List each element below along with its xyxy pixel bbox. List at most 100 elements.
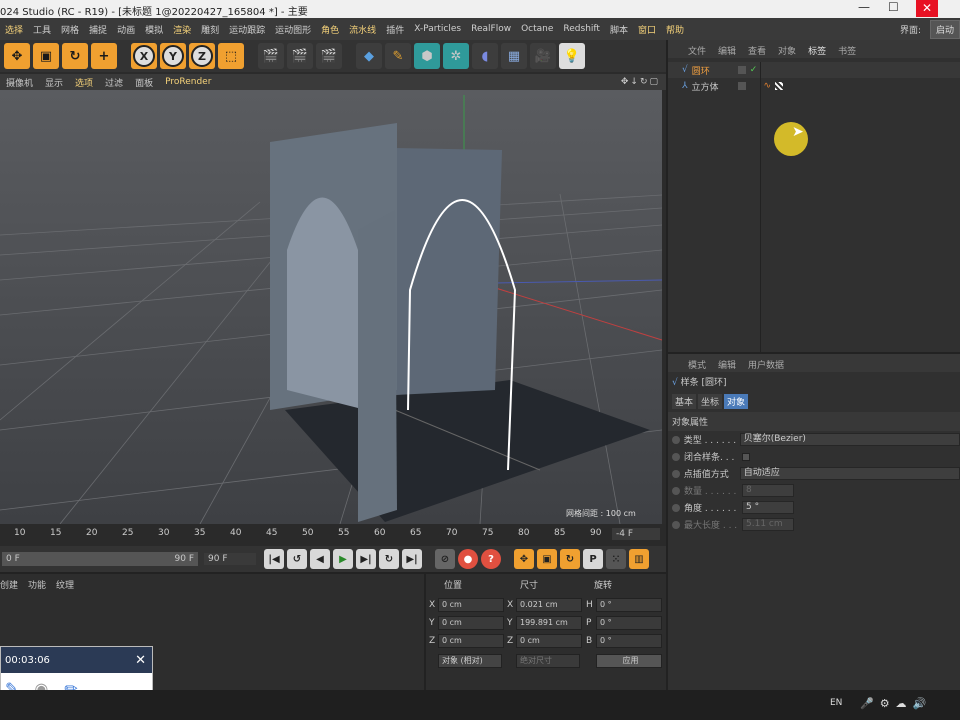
current-frame-field[interactable]: -4 F xyxy=(612,528,660,540)
z-axis-lock[interactable]: Z xyxy=(189,43,215,69)
key-scale-icon[interactable]: ▣ xyxy=(537,549,557,569)
type-select[interactable]: 贝塞尔(Bezier) xyxy=(739,433,960,446)
rotate-tool-icon[interactable]: ↻ xyxy=(62,43,88,69)
floor-icon[interactable]: ▦ xyxy=(501,43,527,69)
menu-redshift[interactable]: Redshift xyxy=(558,24,605,34)
layout-select[interactable]: 启动 xyxy=(929,20,960,39)
object-name[interactable]: 立方体 xyxy=(692,80,734,93)
texture-tag-icon[interactable] xyxy=(775,82,784,90)
coord-system-icon[interactable]: ⬚ xyxy=(218,43,244,69)
menu-function[interactable]: 功能 xyxy=(28,578,46,591)
object-row-circle[interactable]: √ 圆环 ✓ xyxy=(668,62,960,78)
vp-menu-prorender[interactable]: ProRender xyxy=(159,77,217,87)
size-z-field[interactable]: 0 cm xyxy=(516,634,582,648)
menu-render[interactable]: 渲染 xyxy=(168,23,196,36)
cube-icon[interactable]: ◆ xyxy=(356,43,382,69)
render-active-icon[interactable]: 🎬 xyxy=(287,43,313,69)
pen-icon[interactable]: ✎ xyxy=(385,43,411,69)
prev-key-icon[interactable]: ↺ xyxy=(287,549,307,569)
minimize-button[interactable]: — xyxy=(858,0,870,14)
menu-animate[interactable]: 动画 xyxy=(112,23,140,36)
tab-attr-edit[interactable]: 编辑 xyxy=(718,358,736,372)
menu-mesh[interactable]: 网格 xyxy=(56,23,84,36)
render-view-icon[interactable]: 🎬 xyxy=(258,43,284,69)
frame-range-slider[interactable]: 0 F 90 F xyxy=(2,552,198,566)
tab-tags[interactable]: 标签 xyxy=(808,44,826,58)
y-axis-lock[interactable]: Y xyxy=(160,43,186,69)
menu-pipeline[interactable]: 流水线 xyxy=(344,23,381,36)
anim-dot[interactable] xyxy=(672,435,680,444)
vp-menu-display[interactable]: 显示 xyxy=(39,76,69,89)
goto-start-icon[interactable]: |◀ xyxy=(264,549,284,569)
size-mode-select[interactable]: 绝对尺寸 xyxy=(516,654,580,668)
anim-dot[interactable] xyxy=(672,452,680,461)
pos-x-field[interactable]: 0 cm xyxy=(438,598,504,612)
pos-z-field[interactable]: 0 cm xyxy=(438,634,504,648)
anim-dot[interactable] xyxy=(672,486,680,495)
menu-plugins[interactable]: 插件 xyxy=(381,23,409,36)
timeline[interactable]: 10 15 20 25 30 35 40 45 50 55 60 65 70 7… xyxy=(0,524,666,546)
menu-tools[interactable]: 工具 xyxy=(28,23,56,36)
anim-dot[interactable] xyxy=(672,520,680,529)
tab-file[interactable]: 文件 xyxy=(688,44,706,58)
menu-sculpt[interactable]: 雕刻 xyxy=(196,23,224,36)
tab-edit[interactable]: 编辑 xyxy=(718,44,736,58)
object-row-cube[interactable]: ⅄ 立方体 ∿ xyxy=(668,78,960,94)
x-axis-lock[interactable]: X xyxy=(131,43,157,69)
size-x-field[interactable]: 0.021 cm xyxy=(516,598,582,612)
cloner-icon[interactable]: ✲ xyxy=(443,43,469,69)
light-icon[interactable]: 💡 xyxy=(559,43,585,69)
3d-viewport[interactable] xyxy=(0,90,662,524)
close-button[interactable]: ✕ xyxy=(916,0,939,17)
recorder-close-icon[interactable]: ✕ xyxy=(135,653,146,668)
vp-menu-panel[interactable]: 面板 xyxy=(129,76,159,89)
menu-xparticles[interactable]: X-Particles xyxy=(409,24,466,34)
lang-indicator[interactable]: EN xyxy=(830,698,842,708)
menu-texture[interactable]: 纹理 xyxy=(56,578,74,591)
deformer-icon[interactable]: ◖ xyxy=(472,43,498,69)
object-name[interactable]: 圆环 xyxy=(692,64,734,77)
check-icon[interactable]: ✓ xyxy=(750,65,758,75)
scale-tool-icon[interactable]: ▣ xyxy=(33,43,59,69)
camera-icon[interactable]: 🎥 xyxy=(530,43,556,69)
visibility-icon[interactable] xyxy=(737,66,746,74)
rot-h-field[interactable]: 0 ° xyxy=(596,598,662,612)
key-move-icon[interactable]: ✥ xyxy=(514,549,534,569)
menu-character[interactable]: 角色 xyxy=(316,23,344,36)
move-tool-icon[interactable]: ✥ xyxy=(4,43,30,69)
visibility-icon[interactable] xyxy=(737,82,746,90)
end-frame-field[interactable]: 90 F xyxy=(204,553,256,565)
menu-mograph[interactable]: 运动图形 xyxy=(270,23,316,36)
menu-script[interactable]: 脚本 xyxy=(605,23,633,36)
render-settings-icon[interactable]: 🎬 xyxy=(316,43,342,69)
interpolation-select[interactable]: 自动适应 xyxy=(739,467,960,480)
record-disabled-icon[interactable]: ⊘ xyxy=(435,549,455,569)
anim-dot[interactable] xyxy=(672,469,680,478)
tab-bookmarks[interactable]: 书签 xyxy=(838,44,856,58)
menu-help[interactable]: 帮助 xyxy=(661,23,689,36)
goto-end-icon[interactable]: ▶| xyxy=(402,549,422,569)
tab-view[interactable]: 查看 xyxy=(748,44,766,58)
rot-b-field[interactable]: 0 ° xyxy=(596,634,662,648)
rot-p-field[interactable]: 0 ° xyxy=(596,616,662,630)
viewport-nav-icons[interactable]: ✥↓↻▢ xyxy=(615,77,666,87)
maximize-button[interactable]: ☐ xyxy=(888,0,899,14)
pos-y-field[interactable]: 0 cm xyxy=(438,616,504,630)
tab-objects[interactable]: 对象 xyxy=(778,44,796,58)
next-frame-icon[interactable]: ▶| xyxy=(356,549,376,569)
tab-basic[interactable]: 基本 xyxy=(672,394,697,409)
vp-menu-filter[interactable]: 过滤 xyxy=(99,76,129,89)
key-param-icon[interactable]: P xyxy=(583,549,603,569)
play-icon[interactable]: ▶ xyxy=(333,549,353,569)
autokey-icon[interactable]: ? xyxy=(481,549,501,569)
menu-select[interactable]: 选择 xyxy=(0,23,28,36)
tab-mode[interactable]: 模式 xyxy=(688,358,706,372)
phong-tag-icon[interactable]: ∿ xyxy=(764,81,772,91)
apply-button[interactable]: 应用 xyxy=(596,654,662,668)
film-icon[interactable]: ▥ xyxy=(629,549,649,569)
tab-coord[interactable]: 坐标 xyxy=(698,394,723,409)
next-key-icon[interactable]: ↻ xyxy=(379,549,399,569)
key-rotate-icon[interactable]: ↻ xyxy=(560,549,580,569)
menu-snap[interactable]: 捕捉 xyxy=(84,23,112,36)
max-length-field[interactable]: 5.11 cm xyxy=(742,518,794,531)
